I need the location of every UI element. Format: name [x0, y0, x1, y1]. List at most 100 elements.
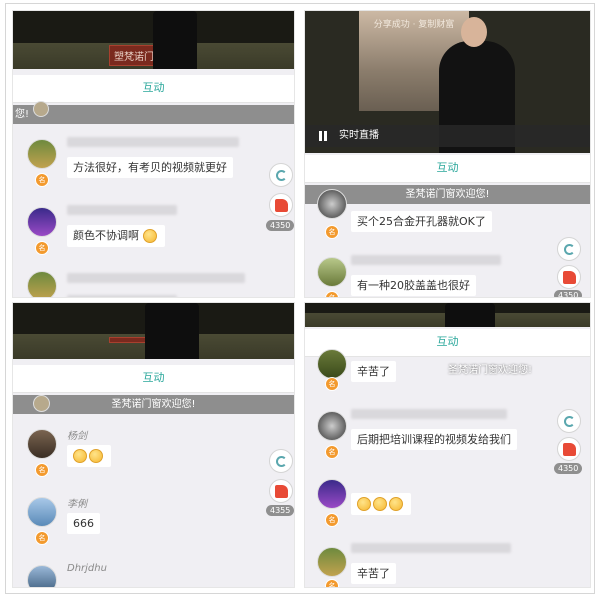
message-bubble: 666: [67, 513, 100, 534]
level-badge: 名: [325, 445, 339, 459]
refresh-button[interactable]: [269, 163, 293, 187]
video-controls: 实时直播: [305, 125, 590, 147]
video-player[interactable]: 分享成功 · 复制财富 实时直播: [305, 11, 590, 153]
message-bubble: 辛苦了: [351, 563, 396, 584]
speaker-head: [461, 17, 487, 47]
level-badge: 名: [35, 173, 49, 187]
blurred-username: [67, 205, 177, 215]
message-bubble: 买个25合金开孔器就OK了: [351, 211, 492, 232]
refresh-icon: [276, 456, 287, 467]
avatar[interactable]: [33, 101, 49, 117]
blurred-username: [351, 543, 511, 553]
refresh-button[interactable]: [269, 449, 293, 473]
avatar[interactable]: [317, 257, 347, 287]
message-bubble: [351, 493, 411, 515]
list-item: [13, 261, 294, 297]
blurred-username: [351, 409, 507, 419]
message-bubble: 颜色不协调啊: [67, 225, 165, 247]
video-player[interactable]: [305, 303, 590, 327]
thumb-up-icon: [563, 271, 576, 284]
panel-top-left: 塑梵诺门 互动 您! 名 方法很好，有考贝的视频就更好 名 颜色不协调啊 435…: [12, 10, 295, 298]
screen-caption: 分享成功 · 复制财富: [373, 20, 455, 30]
level-badge: 名: [35, 463, 49, 477]
refresh-icon: [276, 170, 287, 181]
avatar[interactable]: [27, 565, 57, 587]
like-button[interactable]: [269, 193, 293, 217]
avatar[interactable]: [317, 479, 347, 509]
welcome-banner: 圣梵诺门窗欢迎您!: [447, 365, 532, 376]
avatar[interactable]: [33, 395, 50, 412]
username: Dhrjdhu: [67, 563, 107, 574]
like-button[interactable]: [557, 265, 581, 289]
list-item: 名 买个25合金开孔器就OK了: [305, 181, 590, 241]
refresh-icon: [564, 244, 575, 255]
level-badge: 名: [325, 513, 339, 527]
blurred-username: [351, 255, 501, 265]
like-button[interactable]: [269, 479, 293, 503]
avatar[interactable]: [27, 207, 57, 237]
blurred-username: [67, 137, 239, 147]
level-badge: 名: [325, 291, 339, 297]
list-item: 名 有一种20胶盖盖也很好: [305, 247, 590, 297]
tab-interaction[interactable]: 互动: [143, 365, 165, 391]
speaker-figure: [145, 303, 199, 359]
like-button[interactable]: [557, 437, 581, 461]
list-item: 名 后期把培训课程的视频发给我们: [305, 403, 590, 463]
refresh-icon: [564, 416, 575, 427]
pause-icon[interactable]: [319, 131, 327, 141]
message-bubble: 有一种20胶盖盖也很好: [351, 275, 476, 296]
video-player[interactable]: [13, 303, 294, 359]
level-badge: 名: [325, 377, 339, 391]
panel-top-right: 分享成功 · 复制财富 实时直播 互动 圣梵诺门窗欢迎您! 名 买个25合金开孔…: [304, 10, 591, 298]
list-item: 名 李俐 666: [13, 489, 294, 549]
panel-bottom-right: 互动 名 辛苦了 圣梵诺门窗欢迎您! 名 后期把培训课程的视频发给我们 名 名 …: [304, 302, 591, 588]
backdrop-sign: [109, 337, 149, 343]
level-badge: 名: [325, 579, 339, 587]
screenshot-collage: 塑梵诺门 互动 您! 名 方法很好，有考贝的视频就更好 名 颜色不协调啊 435…: [5, 3, 595, 594]
level-badge: 名: [325, 225, 339, 239]
avatar[interactable]: [27, 429, 57, 459]
live-label: 实时直播: [339, 130, 379, 141]
like-count: 4350: [266, 220, 294, 231]
emoji-icon: [357, 497, 371, 511]
avatar[interactable]: [317, 547, 347, 577]
refresh-button[interactable]: [557, 409, 581, 433]
avatar[interactable]: [317, 411, 347, 441]
tab-interaction[interactable]: 互动: [437, 329, 459, 355]
message-bubble: 辛苦了: [351, 361, 396, 382]
avatar[interactable]: [317, 189, 347, 219]
avatar[interactable]: [317, 349, 347, 379]
list-item: 名 方法很好，有考贝的视频就更好: [13, 129, 294, 189]
interaction-tabbar: 互动: [13, 75, 294, 103]
like-count: 4350: [554, 463, 583, 474]
thumb-up-icon: [563, 443, 576, 456]
blurred-username: [67, 273, 245, 283]
emoji-icon: [389, 497, 403, 511]
thumb-up-icon: [275, 485, 288, 498]
like-count: 4350: [554, 290, 583, 297]
message-bubble: 方法很好，有考贝的视频就更好: [67, 157, 233, 178]
avatar[interactable]: [27, 139, 57, 169]
list-item: 名: [305, 471, 590, 531]
interaction-tabbar: 互动: [305, 155, 590, 183]
username: 李俐: [67, 499, 87, 510]
username: 杨剑: [67, 431, 87, 442]
tab-interaction[interactable]: 互动: [143, 75, 165, 101]
list-item: 名 杨剑: [13, 421, 294, 481]
list-item: Dhrjdhu: [13, 557, 294, 587]
tab-interaction[interactable]: 互动: [437, 155, 459, 181]
list-item: 名 颜色不协调啊: [13, 197, 294, 257]
refresh-button[interactable]: [557, 237, 581, 261]
welcome-banner: 圣梵诺门窗欢迎您!: [13, 395, 294, 414]
like-count: 4355: [266, 505, 294, 516]
emoji-icon: [73, 449, 87, 463]
speaker-figure: [445, 303, 495, 327]
welcome-banner: 您!: [13, 105, 294, 124]
backdrop-sign: 塑梵诺门: [109, 45, 159, 66]
video-player[interactable]: 塑梵诺门: [13, 11, 294, 69]
avatar[interactable]: [27, 497, 57, 527]
interaction-tabbar: 互动: [13, 365, 294, 393]
avatar[interactable]: [27, 271, 57, 297]
speaker-figure: [153, 11, 197, 69]
level-badge: 名: [35, 241, 49, 255]
